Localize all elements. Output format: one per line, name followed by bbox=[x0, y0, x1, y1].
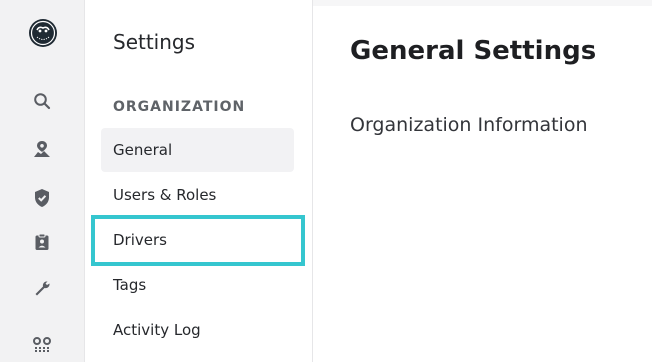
menu-item-activity-log[interactable]: Activity Log bbox=[101, 308, 294, 352]
settings-submenu: Settings ORGANIZATION General Users & Ro… bbox=[85, 0, 312, 362]
map-pin-icon[interactable] bbox=[29, 136, 55, 162]
icon-rail bbox=[0, 0, 84, 362]
page-title: General Settings bbox=[350, 36, 597, 66]
search-icon[interactable] bbox=[29, 88, 55, 114]
settings-title: Settings bbox=[113, 30, 196, 54]
menu-item-label: Users & Roles bbox=[113, 186, 217, 204]
owl-logo-icon[interactable] bbox=[28, 18, 58, 48]
menu-item-label: Drivers bbox=[113, 231, 167, 249]
organization-section-label: ORGANIZATION bbox=[113, 99, 246, 115]
wrench-icon[interactable] bbox=[29, 275, 55, 301]
shield-check-icon[interactable] bbox=[29, 185, 55, 211]
menu-item-tags[interactable]: Tags bbox=[101, 263, 294, 307]
menu-item-general[interactable]: General bbox=[101, 128, 294, 172]
route-icon[interactable] bbox=[29, 333, 55, 359]
menu-item-label: Tags bbox=[113, 276, 147, 294]
section-heading: Organization Information bbox=[350, 114, 588, 136]
menu-item-drivers[interactable]: Drivers bbox=[101, 218, 294, 262]
submenu-divider bbox=[312, 0, 313, 362]
menu-item-label: Activity Log bbox=[113, 321, 201, 339]
clipboard-user-icon[interactable] bbox=[29, 229, 55, 255]
menu-item-users-roles[interactable]: Users & Roles bbox=[101, 173, 294, 217]
menu-item-label: General bbox=[113, 141, 173, 159]
top-edge bbox=[313, 0, 652, 6]
